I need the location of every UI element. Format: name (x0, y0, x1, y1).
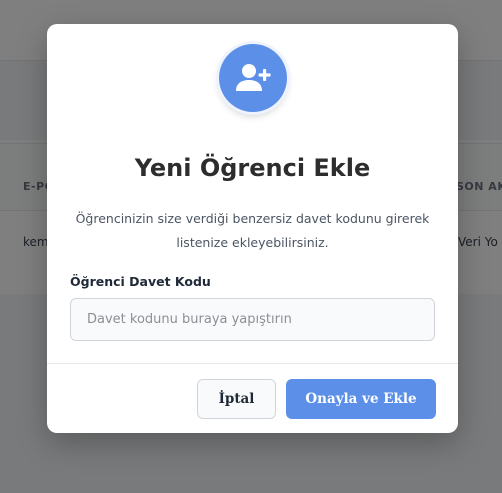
confirm-add-button[interactable]: Onayla ve Ekle (286, 379, 436, 419)
invite-code-label: Öğrenci Davet Kodu (70, 274, 211, 289)
modal-description: Öğrencinizin size verdiği benzersiz dave… (75, 211, 430, 250)
user-plus-icon (219, 44, 287, 112)
cancel-button[interactable]: İptal (197, 379, 276, 419)
add-student-modal: Yeni Öğrenci Ekle Öğrencinizin size verd… (47, 24, 458, 433)
invite-code-input[interactable] (70, 298, 435, 341)
modal-footer-divider (47, 363, 458, 364)
modal-title: Yeni Öğrenci Ekle (134, 154, 371, 182)
